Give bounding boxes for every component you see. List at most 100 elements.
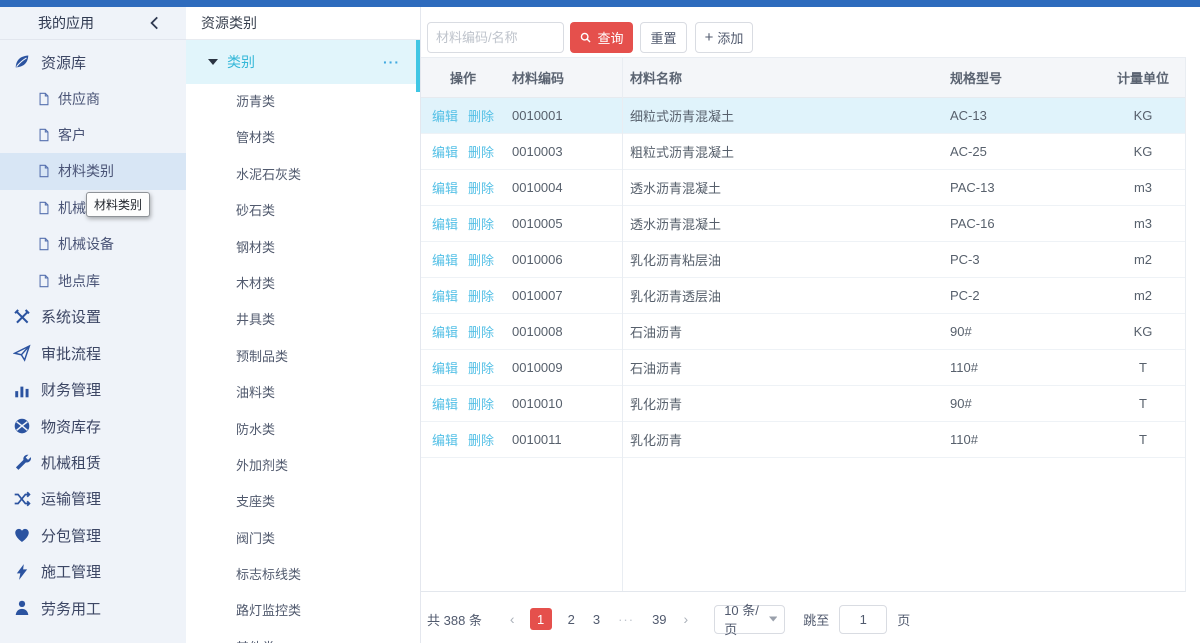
page-button[interactable]: 39 xyxy=(652,612,666,627)
delete-link[interactable]: 删除 xyxy=(468,217,494,232)
reset-button[interactable]: 重置 xyxy=(640,22,687,53)
edit-link[interactable]: 编辑 xyxy=(432,253,458,268)
edit-link[interactable]: 编辑 xyxy=(432,181,458,196)
tree-item[interactable]: 油料类 xyxy=(186,375,420,411)
sidebar-item-machine-rental[interactable]: 机械租赁 xyxy=(0,444,186,480)
doc-icon xyxy=(37,128,51,142)
tree-item[interactable]: 标志标线类 xyxy=(186,557,420,593)
table-row[interactable]: 编辑删除 0010007 乳化沥青透层油 PC-2 m2 xyxy=(421,278,1185,314)
sidebar-header: 我的应用 xyxy=(0,7,186,40)
edit-link[interactable]: 编辑 xyxy=(432,433,458,448)
globe-icon xyxy=(13,417,31,435)
shuffle-icon xyxy=(13,490,31,508)
tree-item[interactable]: 木材类 xyxy=(186,266,420,302)
jump-page-input[interactable] xyxy=(839,605,887,634)
search-icon xyxy=(579,31,592,44)
category-panel: 资源类别 类别 ··· 沥青类 管材类 水泥石灰类 砂石类 钢材类 木材类 井具… xyxy=(186,7,421,643)
sidebar-item-construction[interactable]: 施工管理 xyxy=(0,553,186,589)
table-row[interactable]: 编辑删除 0010008 石油沥青 90# KG xyxy=(421,314,1185,350)
sidebar-item-transport[interactable]: 运输管理 xyxy=(0,481,186,517)
prev-page-icon[interactable]: ‹ xyxy=(510,611,515,627)
cell-code: 0010004 xyxy=(505,180,622,195)
sidebar-item-material-inventory[interactable]: 物资库存 xyxy=(0,408,186,444)
delete-link[interactable]: 删除 xyxy=(468,361,494,376)
delete-link[interactable]: 删除 xyxy=(468,289,494,304)
tree-item[interactable]: 预制品类 xyxy=(186,339,420,375)
delete-link[interactable]: 删除 xyxy=(468,109,494,124)
table-row[interactable]: 编辑删除 0010003 粗粒式沥青混凝土 AC-25 KG xyxy=(421,134,1185,170)
tree-item[interactable]: 路灯监控类 xyxy=(186,593,420,629)
tree-item[interactable]: 防水类 xyxy=(186,412,420,448)
cell-code: 0010008 xyxy=(505,324,622,339)
edit-link[interactable]: 编辑 xyxy=(432,397,458,412)
collapse-icon[interactable] xyxy=(146,14,164,32)
tree-item[interactable]: 水泥石灰类 xyxy=(186,157,420,193)
cell-unit: T xyxy=(1100,396,1186,411)
sidebar-item-finance[interactable]: 财务管理 xyxy=(0,372,186,408)
delete-link[interactable]: 删除 xyxy=(468,325,494,340)
cell-unit: m3 xyxy=(1100,180,1186,195)
tree-root-node[interactable]: 类别 ··· xyxy=(186,40,420,84)
tree-item[interactable]: 井具类 xyxy=(186,302,420,338)
add-button[interactable]: + 添加 xyxy=(695,22,753,53)
table-row[interactable]: 编辑删除 0010011 乳化沥青 110# T xyxy=(421,422,1185,458)
sidebar-item-labor[interactable]: 劳务用工 xyxy=(0,590,186,626)
edit-link[interactable]: 编辑 xyxy=(432,217,458,232)
tree-scrollbar-thumb[interactable] xyxy=(416,40,420,92)
sidebar-item-approval-flow[interactable]: 审批流程 xyxy=(0,335,186,371)
delete-link[interactable]: 删除 xyxy=(468,433,494,448)
tree-item[interactable]: 沥青类 xyxy=(186,84,420,120)
page-button[interactable]: 2 xyxy=(568,612,575,627)
edit-link[interactable]: 编辑 xyxy=(432,145,458,160)
table-row[interactable]: 编辑删除 0010006 乳化沥青粘层油 PC-3 m2 xyxy=(421,242,1185,278)
page-size-select[interactable]: 10 条/页 xyxy=(714,605,785,634)
edit-link[interactable]: 编辑 xyxy=(432,361,458,376)
chart-icon xyxy=(13,381,31,399)
more-icon[interactable]: ··· xyxy=(383,54,400,70)
tree-item[interactable]: 管材类 xyxy=(186,120,420,156)
sidebar-item-material-category[interactable]: 材料类别 xyxy=(0,153,186,189)
jump-label: 跳至 xyxy=(803,610,829,629)
sidebar-item-location-library[interactable]: 地点库 xyxy=(0,262,186,298)
sidebar-item-label: 物资库存 xyxy=(41,416,101,437)
caret-down-icon[interactable] xyxy=(208,59,218,65)
main-content: 查询 重置 + 添加 操作 材料编码 材料名称 规格型号 计量单位 编辑删除 0… xyxy=(421,7,1200,643)
tree-item[interactable]: 阀门类 xyxy=(186,521,420,557)
tree-item[interactable]: 其他类 xyxy=(186,630,420,643)
query-button[interactable]: 查询 xyxy=(570,22,633,53)
edit-link[interactable]: 编辑 xyxy=(432,289,458,304)
table-row[interactable]: 编辑删除 0010005 透水沥青混凝土 PAC-16 m3 xyxy=(421,206,1185,242)
edit-link[interactable]: 编辑 xyxy=(432,109,458,124)
sidebar-item-subcontract[interactable]: 分包管理 xyxy=(0,517,186,553)
delete-link[interactable]: 删除 xyxy=(468,397,494,412)
tree-item[interactable]: 砂石类 xyxy=(186,193,420,229)
table-row[interactable]: 编辑删除 0010004 透水沥青混凝土 PAC-13 m3 xyxy=(421,170,1185,206)
tree-item[interactable]: 外加剂类 xyxy=(186,448,420,484)
next-page-icon[interactable]: › xyxy=(684,611,689,627)
edit-link[interactable]: 编辑 xyxy=(432,325,458,340)
sidebar-item-resource-library[interactable]: 资源库 xyxy=(0,44,186,80)
table-row[interactable]: 编辑删除 0010009 石油沥青 110# T xyxy=(421,350,1185,386)
tree-item[interactable]: 支座类 xyxy=(186,484,420,520)
table-row[interactable]: 编辑删除 0010001 细粒式沥青混凝土 AC-13 KG xyxy=(421,98,1185,134)
tree-item[interactable]: 钢材类 xyxy=(186,230,420,266)
app-sidebar: 我的应用 资源库 供应商 客户 材料类别 xyxy=(0,7,186,643)
page-button-active[interactable]: 1 xyxy=(530,608,552,630)
column-header-actions: 操作 xyxy=(421,68,505,87)
sidebar-item-suppliers[interactable]: 供应商 xyxy=(0,80,186,116)
table-row[interactable]: 编辑删除 0010010 乳化沥青 90# T xyxy=(421,386,1185,422)
delete-link[interactable]: 删除 xyxy=(468,145,494,160)
tree-root-label: 类别 xyxy=(227,52,255,72)
sidebar-item-machine-equipment[interactable]: 机械设备 xyxy=(0,226,186,262)
page-button[interactable]: 3 xyxy=(593,612,600,627)
cell-spec: AC-13 xyxy=(935,108,1100,123)
sidebar-item-system-settings[interactable]: 系统设置 xyxy=(0,299,186,335)
delete-link[interactable]: 删除 xyxy=(468,181,494,196)
sidebar-item-label: 材料类别 xyxy=(58,161,114,181)
sidebar-item-label: 供应商 xyxy=(58,89,100,109)
column-header-spec: 规格型号 xyxy=(935,68,1100,87)
delete-link[interactable]: 删除 xyxy=(468,253,494,268)
sidebar-item-customers[interactable]: 客户 xyxy=(0,117,186,153)
search-input[interactable] xyxy=(427,22,564,53)
doc-icon xyxy=(37,92,51,106)
